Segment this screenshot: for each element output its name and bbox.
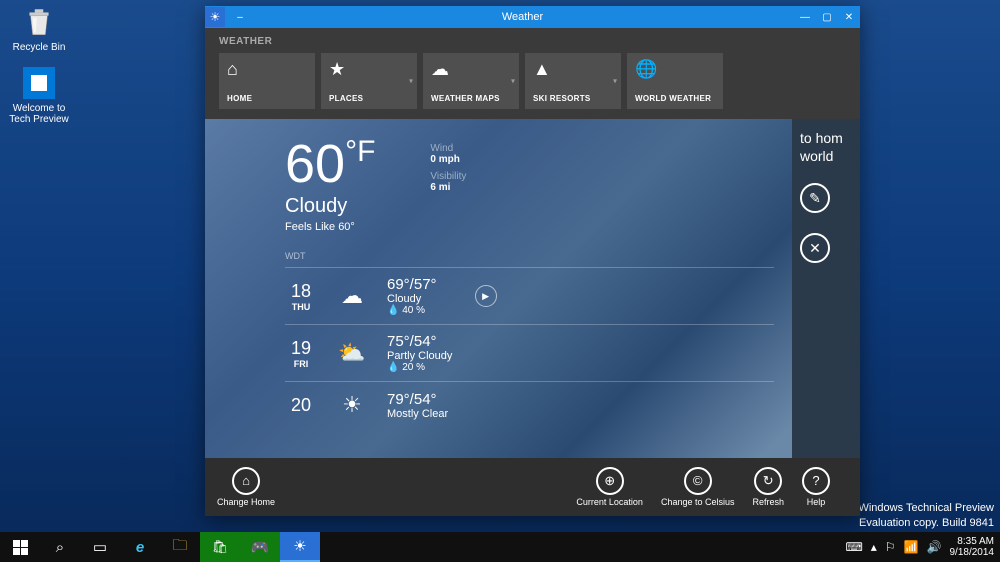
recycle-bin-label: Recycle Bin	[4, 42, 74, 53]
close-button[interactable]: ✕	[838, 6, 860, 28]
titlebar[interactable]: – Weather — ▢ ✕	[205, 6, 860, 28]
clock[interactable]: 8:35 AM 9/18/2014	[950, 536, 995, 558]
weather-icon: ☁	[331, 281, 373, 311]
current-condition: Cloudy	[285, 195, 375, 218]
cloud-sun-icon: ☁	[431, 59, 511, 81]
store-icon: 🛍	[212, 539, 229, 555]
nav-tile-world-weather[interactable]: 🌐 WORLD WEATHER	[627, 53, 723, 109]
windows-icon	[13, 540, 28, 555]
minimize-button[interactable]: —	[794, 6, 816, 28]
change-home-button[interactable]: ⌂ Change Home	[217, 467, 275, 508]
sun-icon: ☀	[293, 537, 306, 555]
search-icon: ⌕	[56, 539, 64, 556]
nav-tile-home[interactable]: ⌂ HOME	[219, 53, 315, 109]
weather-taskbar-button[interactable]: ☀	[280, 532, 320, 562]
nav-tile-places[interactable]: ★ PLACES ▾	[321, 53, 417, 109]
nav-header: WEATHER	[219, 36, 846, 47]
chevron-down-icon[interactable]: ▾	[613, 77, 617, 86]
maximize-button[interactable]: ▢	[816, 6, 838, 28]
star-icon: ★	[329, 59, 409, 81]
ie-button[interactable]: e	[120, 532, 160, 562]
current-temp: 60°F	[285, 137, 375, 191]
chevron-down-icon[interactable]: ▾	[511, 77, 515, 86]
remove-button[interactable]: ✕	[800, 233, 830, 263]
nav-tile-weather-maps[interactable]: ☁ WEATHER MAPS ▾	[423, 53, 519, 109]
xbox-icon: 🎮	[251, 538, 270, 556]
help-button[interactable]: ? Help	[802, 467, 830, 508]
explorer-button[interactable]: 🗀	[160, 532, 200, 562]
current-details: Wind 0 mph Visibility 6 mi	[430, 137, 466, 193]
welcome-label: Welcome to Tech Preview	[4, 103, 74, 125]
mountain-icon: ▲	[533, 59, 613, 81]
edit-button[interactable]: ✎	[800, 183, 830, 213]
network-icon[interactable]: 📶	[904, 540, 919, 554]
globe-icon: 🌐	[635, 59, 715, 81]
recycle-bin[interactable]: Recycle Bin	[4, 4, 74, 53]
weather-window: – Weather — ▢ ✕ WEATHER ⌂ HOME ★ PLACES …	[205, 6, 860, 516]
ie-icon: e	[136, 539, 144, 556]
search-button[interactable]: ⌕	[40, 532, 80, 562]
action-center-icon[interactable]: ⚐	[885, 540, 896, 554]
home-icon: ⌂	[227, 59, 307, 81]
taskview-icon: ▭	[93, 538, 107, 556]
welcome-icon	[21, 65, 57, 101]
tray-up-icon[interactable]: ▴	[871, 540, 877, 554]
celsius-icon: ©	[684, 467, 712, 495]
weather-icon: ☀	[331, 390, 373, 420]
current-location-button[interactable]: ⊕ Current Location	[576, 467, 643, 508]
forecast-row[interactable]: 18THU ☁ 69°/57°Cloudy💧 40 % ▶	[285, 267, 774, 324]
nav-tile-ski-resorts[interactable]: ▲ SKI RESORTS ▾	[525, 53, 621, 109]
keyboard-tray-icon[interactable]: ⌨	[845, 540, 862, 554]
recycle-bin-icon	[21, 4, 57, 40]
taskbar: ⌕ ▭ e 🗀 🛍 🎮 ☀ ⌨ ▴ ⚐ 📶 🔊 8:35 AM 9/18/201…	[0, 532, 1000, 562]
task-view-button[interactable]: ▭	[80, 532, 120, 562]
play-button[interactable]: ▶	[475, 285, 497, 307]
forecast-row[interactable]: 19FRI ⛅ 75°/54°Partly Cloudy💧 20 %	[285, 324, 774, 381]
store-button[interactable]: 🛍	[200, 532, 240, 562]
navbar: WEATHER ⌂ HOME ★ PLACES ▾☁ WEATHER MAPS …	[205, 28, 860, 119]
weather-icon: ⛅	[331, 338, 373, 368]
start-button[interactable]	[0, 532, 40, 562]
target-icon: ⊕	[596, 467, 624, 495]
bottombar: ⌂ Change Home ⊕ Current Location © Chang…	[205, 458, 860, 516]
refresh-button[interactable]: ↻ Refresh	[752, 467, 784, 508]
feels-like: Feels Like 60°	[285, 221, 375, 233]
change-celsius-button[interactable]: © Change to Celsius	[661, 467, 735, 508]
help-icon: ?	[802, 467, 830, 495]
weather-content: 60°F Cloudy Feels Like 60° Wind 0 mph Vi…	[205, 119, 860, 458]
refresh-icon: ↻	[754, 467, 782, 495]
window-title: Weather	[251, 11, 794, 23]
forecast-row[interactable]: 20 ☀ 79°/54°Mostly Clear	[285, 381, 774, 428]
volume-icon[interactable]: 🔊	[927, 540, 942, 554]
xbox-button[interactable]: 🎮	[240, 532, 280, 562]
chevron-down-icon[interactable]: ▾	[409, 77, 413, 86]
provider-label: WDT	[285, 251, 774, 261]
titlebar-minimize-left[interactable]: –	[229, 6, 251, 28]
right-panel: to homworld ✎ ✕	[792, 119, 860, 458]
home-icon: ⌂	[232, 467, 260, 495]
app-icon	[205, 7, 225, 27]
welcome-shortcut[interactable]: Welcome to Tech Preview	[4, 65, 74, 125]
watermark: Windows Technical Preview Evaluation cop…	[858, 501, 994, 530]
folder-icon: 🗀	[172, 535, 187, 560]
